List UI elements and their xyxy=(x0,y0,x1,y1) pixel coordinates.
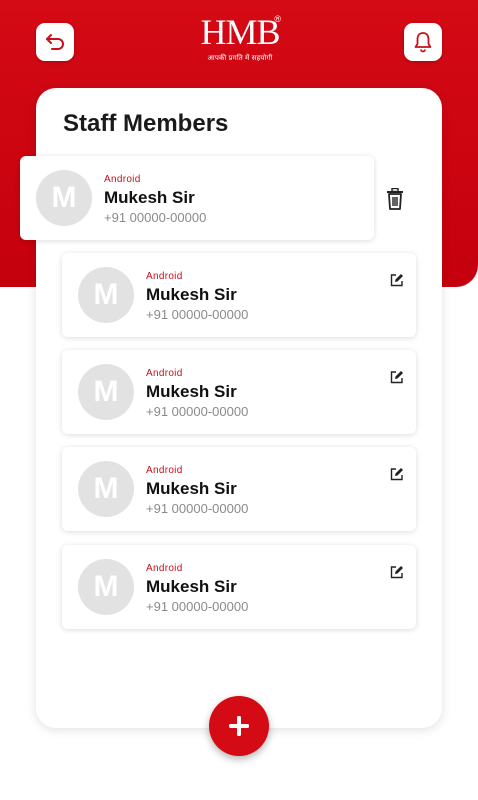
logo-registered-mark: ® xyxy=(274,14,281,24)
edit-icon[interactable] xyxy=(390,565,404,579)
edit-icon[interactable] xyxy=(390,273,404,287)
avatar: M xyxy=(78,559,134,615)
notifications-button[interactable] xyxy=(404,23,442,61)
avatar: M xyxy=(36,170,92,226)
staff-role: Android xyxy=(146,368,183,379)
staff-name: Mukesh Sir xyxy=(104,188,195,207)
back-arrow-icon xyxy=(46,34,64,50)
avatar: M xyxy=(78,267,134,323)
plus-icon xyxy=(229,716,249,736)
trash-icon[interactable] xyxy=(386,188,404,210)
staff-phone: +91 00000-00000 xyxy=(146,404,249,419)
edit-icon[interactable] xyxy=(390,370,404,384)
staff-phone: +91 00000-00000 xyxy=(104,210,207,225)
page-title: Staff Members xyxy=(63,110,229,137)
hmb-logo: HMB ® आपकी प्रगति में सहयोगी xyxy=(190,12,290,72)
add-staff-button[interactable] xyxy=(209,696,269,756)
back-button[interactable] xyxy=(36,23,74,61)
logo-tagline: आपकी प्रगति में सहयोगी xyxy=(207,55,273,62)
staff-role: Android xyxy=(104,174,141,185)
staff-phone: +91 00000-00000 xyxy=(146,501,249,516)
staff-card[interactable]: M Android Mukesh Sir +91 00000-00000 xyxy=(62,253,416,337)
staff-role: Android xyxy=(146,271,183,282)
avatar: M xyxy=(78,364,134,420)
staff-card[interactable]: M Android Mukesh Sir +91 00000-00000 xyxy=(20,156,374,240)
avatar: M xyxy=(78,461,134,517)
staff-name: Mukesh Sir xyxy=(146,285,237,304)
staff-role: Android xyxy=(146,465,183,476)
staff-role: Android xyxy=(146,563,183,574)
staff-phone: +91 00000-00000 xyxy=(146,307,249,322)
bell-icon xyxy=(414,32,432,53)
staff-phone: +91 00000-00000 xyxy=(146,599,249,614)
staff-card[interactable]: M Android Mukesh Sir +91 00000-00000 xyxy=(62,447,416,531)
staff-name: Mukesh Sir xyxy=(146,479,237,498)
staff-name: Mukesh Sir xyxy=(146,382,237,401)
edit-icon[interactable] xyxy=(390,467,404,481)
staff-card[interactable]: M Android Mukesh Sir +91 00000-00000 xyxy=(62,350,416,434)
staff-name: Mukesh Sir xyxy=(146,577,237,596)
staff-card[interactable]: M Android Mukesh Sir +91 00000-00000 xyxy=(62,545,416,629)
